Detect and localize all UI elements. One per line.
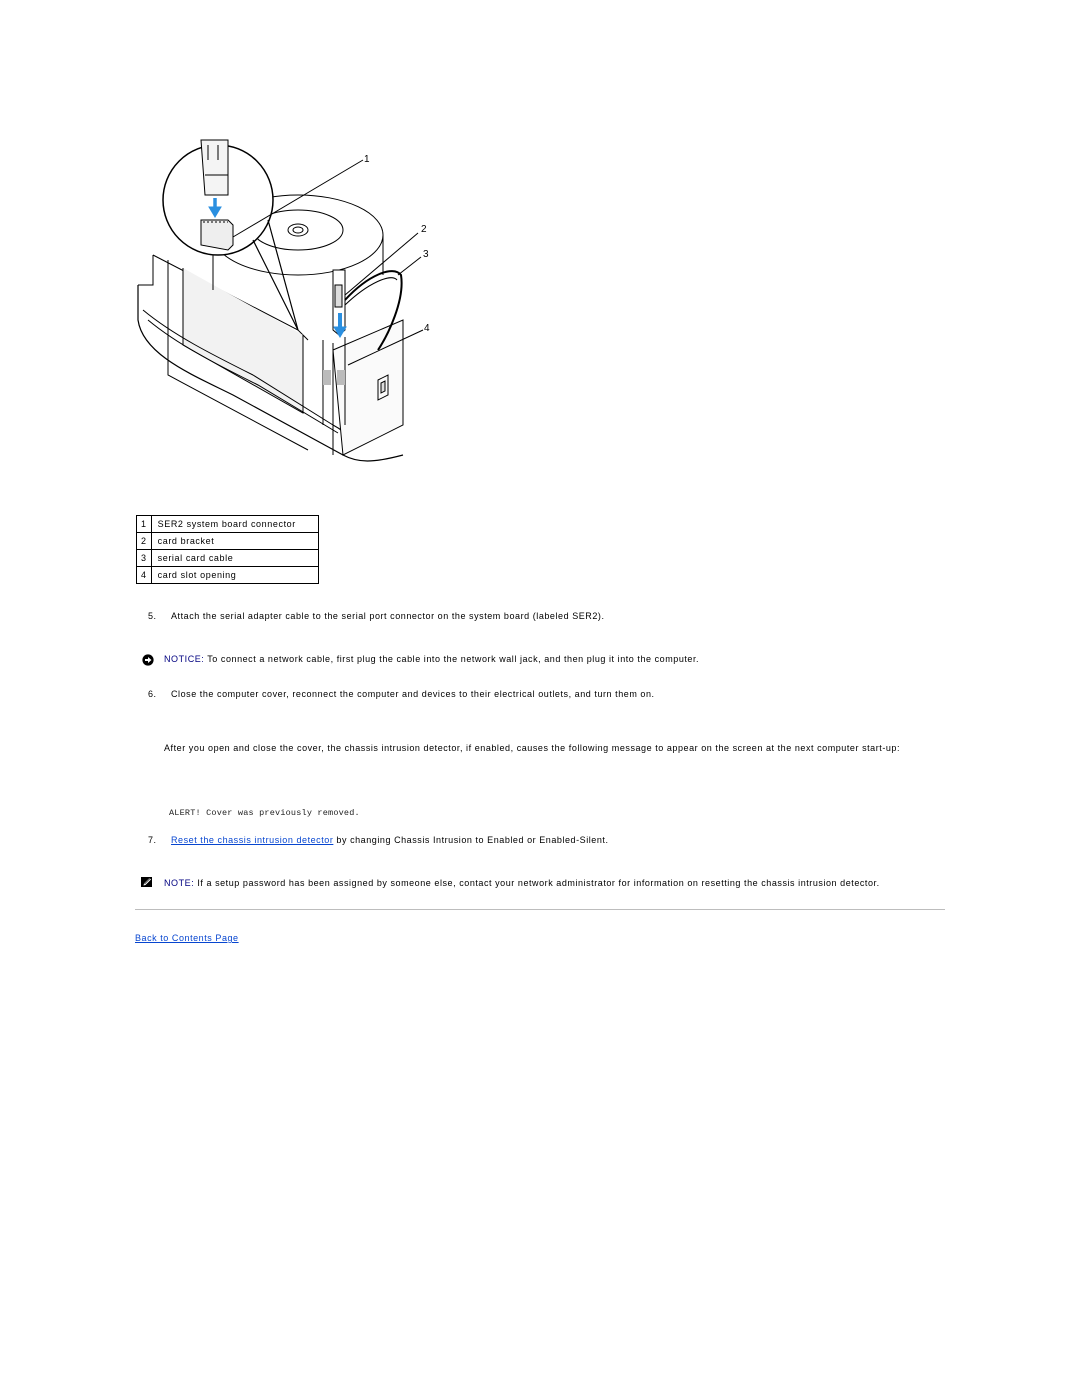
callout-number: 1 <box>136 515 152 533</box>
callout-row: 1 SER2 system board connector <box>136 515 319 533</box>
note-label: NOTE: <box>164 878 195 888</box>
callout-row: 4 card slot opening <box>136 566 319 584</box>
note-pencil-icon <box>141 877 152 887</box>
horizontal-divider <box>135 909 945 910</box>
note-text: NOTE: If a setup password has been assig… <box>164 877 934 889</box>
step-7-text: Reset the chassis intrusion detector by … <box>171 834 609 846</box>
callout-number: 2 <box>136 532 152 550</box>
callout-marker-4: 4 <box>424 323 430 334</box>
callout-number: 4 <box>136 566 152 584</box>
callout-marker-3: 3 <box>423 249 429 260</box>
notice-label: NOTICE: <box>164 654 205 664</box>
callout-label: serial card cable <box>150 549 319 567</box>
callout-marker-2: 2 <box>421 224 427 235</box>
callout-number: 3 <box>136 549 152 567</box>
back-to-contents-link[interactable]: Back to Contents Page <box>135 933 239 943</box>
intrusion-paragraph: After you open and close the cover, the … <box>164 743 901 753</box>
step-6-number: 6. <box>148 689 157 699</box>
note-body: If a setup password has been assigned by… <box>194 878 880 888</box>
footer: Back to Contents Page <box>135 932 239 944</box>
notice-icon <box>142 654 154 666</box>
step-7-number: 7. <box>148 835 157 845</box>
step-7-body: by changing Chassis Intrusion to Enabled… <box>333 835 609 845</box>
notice-body: To connect a network cable, first plug t… <box>204 654 700 664</box>
callout-label: card bracket <box>150 532 319 550</box>
callout-label: SER2 system board connector <box>150 515 319 533</box>
callout-row: 2 card bracket <box>136 532 319 550</box>
callout-marker-1: 1 <box>364 154 370 165</box>
step-6-text: Close the computer cover, reconnect the … <box>171 689 655 699</box>
callout-table: 1 SER2 system board connector 2 card bra… <box>136 515 319 584</box>
callout-row: 3 serial card cable <box>136 549 319 567</box>
step-5-text: Attach the serial adapter cable to the s… <box>171 611 605 621</box>
alert-message: ALERT! Cover was previously removed. <box>169 808 360 818</box>
reset-intrusion-detector-link[interactable]: Reset the chassis intrusion detector <box>171 835 333 845</box>
step-5-number: 5. <box>148 611 157 621</box>
serial-card-cable-illustration: 1 2 3 4 <box>137 139 430 462</box>
callout-label: card slot opening <box>150 566 319 584</box>
notice-text: NOTICE: To connect a network cable, firs… <box>164 653 699 665</box>
